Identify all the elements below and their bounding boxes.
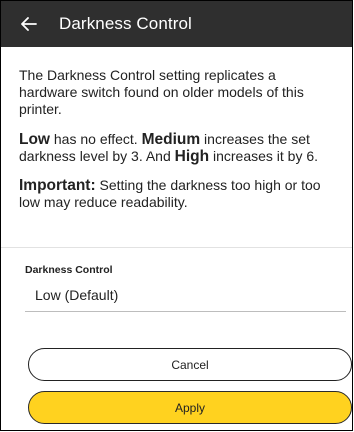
description: The Darkness Control setting replicates …: [19, 67, 336, 223]
apply-button[interactable]: Apply: [28, 391, 352, 424]
select-underline: [25, 311, 346, 312]
low-label: Low: [19, 131, 50, 148]
medium-label: Medium: [141, 131, 201, 148]
important-text: Important: Setting the darkness too high…: [19, 177, 336, 211]
high-text: increases it by 6.: [209, 148, 319, 164]
low-text: has no effect.: [50, 131, 142, 147]
levels-text: Low has no effect. Medium increases the …: [19, 131, 336, 165]
section-divider: [1, 247, 352, 248]
top-app-bar: Darkness Control: [1, 1, 352, 47]
back-button[interactable]: [15, 10, 43, 38]
important-label: Important:: [19, 177, 96, 194]
screen: Darkness Control The Darkness Control se…: [0, 0, 353, 431]
page-title: Darkness Control: [59, 14, 192, 33]
darkness-control-select[interactable]: Low (Default): [35, 287, 118, 303]
high-label: High: [174, 148, 210, 165]
cancel-button[interactable]: Cancel: [28, 348, 352, 381]
arrow-left-icon: [21, 17, 37, 31]
intro-text: The Darkness Control setting replicates …: [19, 67, 304, 117]
darkness-control-label: Darkness Control: [25, 264, 113, 276]
